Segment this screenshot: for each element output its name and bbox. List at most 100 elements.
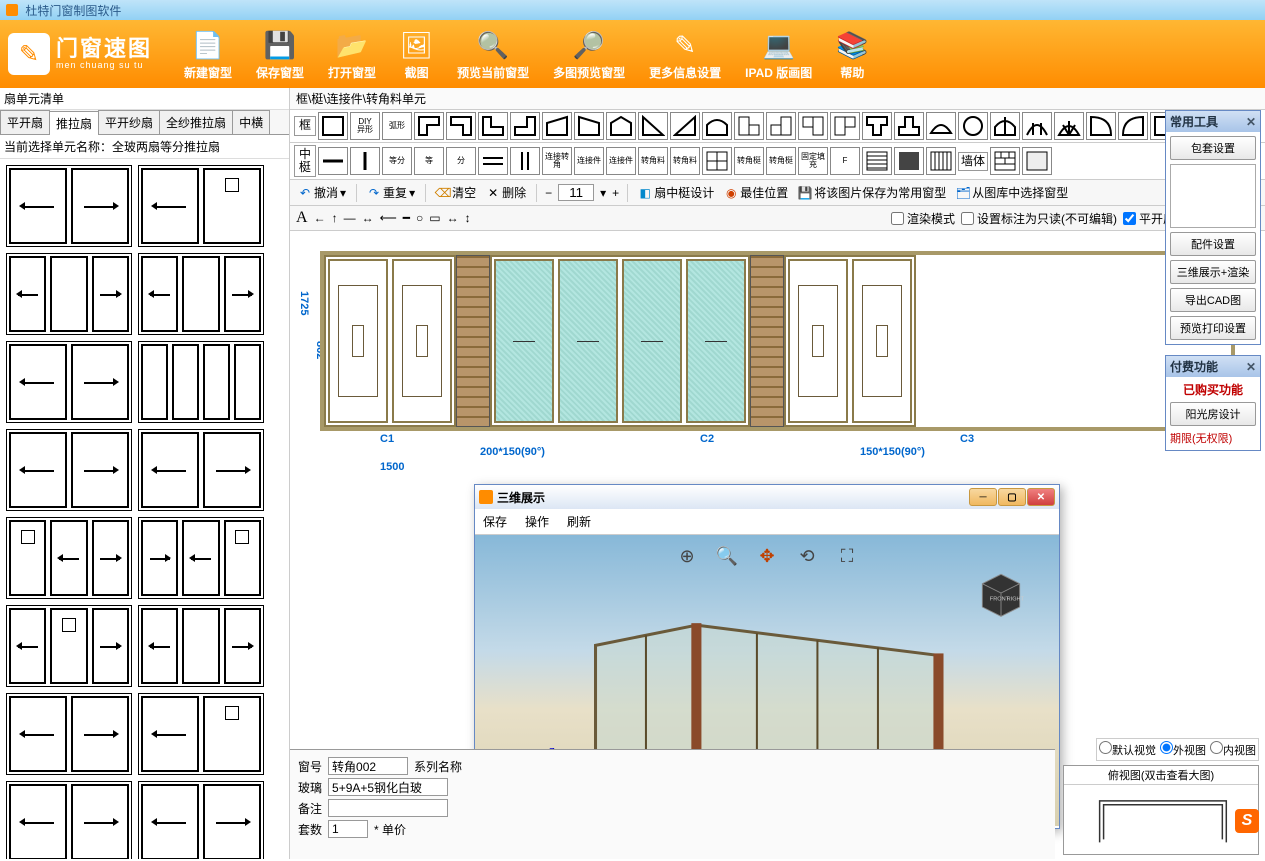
thumb-item[interactable] — [6, 693, 132, 775]
thumb-item[interactable] — [138, 693, 264, 775]
shape-t2[interactable] — [894, 112, 924, 140]
plus-button[interactable]: + — [612, 186, 619, 200]
mullion-split[interactable]: 分 — [446, 147, 476, 175]
dim-angle2[interactable]: 150*150(90°) — [860, 446, 925, 458]
arrow-h-tool[interactable]: ↔ — [362, 211, 374, 225]
sunroom-button[interactable]: 阳光房设计 — [1170, 402, 1256, 426]
text-tool[interactable]: A — [296, 209, 308, 227]
line-tool[interactable]: — — [344, 211, 356, 225]
mullion-dbl-h[interactable] — [478, 147, 508, 175]
fill-vlines[interactable] — [926, 147, 956, 175]
inside-view-radio[interactable]: 内视图 — [1210, 741, 1256, 758]
thumb-item[interactable] — [6, 429, 132, 511]
fullscreen-icon[interactable]: ⛶ — [834, 543, 860, 569]
thumbnail-grid[interactable] — [0, 159, 289, 859]
thumb-item[interactable] — [6, 605, 132, 687]
mullion-eq-lbl[interactable]: 等 — [414, 147, 444, 175]
line2-tool[interactable]: ━ — [403, 211, 410, 225]
thumb-item[interactable] — [6, 341, 132, 423]
wall-segment[interactable] — [750, 255, 784, 427]
shape-rect[interactable] — [318, 112, 348, 140]
thumb-item[interactable] — [138, 429, 264, 511]
undo-button[interactable]: ↶撤消▾ — [296, 183, 348, 202]
shape-arch2[interactable] — [990, 112, 1020, 140]
popup-refresh[interactable]: 刷新 — [567, 513, 591, 530]
outside-view-radio[interactable]: 外视图 — [1160, 741, 1206, 758]
minus-button[interactable]: − — [545, 186, 552, 200]
fixed-fill[interactable]: 固定填充 — [798, 147, 828, 175]
grid-pattern[interactable] — [702, 147, 732, 175]
from-library-button[interactable]: 🗂从图库中选择窗型 — [954, 183, 1070, 202]
thumb-item[interactable] — [6, 781, 132, 859]
save-window-button[interactable]: 💾保存窗型 — [256, 28, 304, 81]
count-input[interactable] — [558, 184, 594, 201]
close-icon[interactable]: ✕ — [1246, 115, 1256, 129]
shape-lstep3[interactable] — [798, 112, 828, 140]
tab-screen-sliding[interactable]: 全纱推拉扇 — [159, 110, 233, 134]
3d-render-button[interactable]: 三维展示+渲染 — [1170, 260, 1256, 284]
redo-button[interactable]: ↷重复▾ — [365, 183, 417, 202]
thumb-item[interactable] — [138, 253, 264, 335]
shape-archtop[interactable] — [702, 112, 732, 140]
shape-l2[interactable] — [446, 112, 476, 140]
export-cad-button[interactable]: 导出CAD图 — [1170, 288, 1256, 312]
popup-header[interactable]: 三维展示 ─ ▢ ✕ — [475, 485, 1059, 509]
mullion-dbl-v[interactable] — [510, 147, 540, 175]
dim-angle1[interactable]: 200*150(90°) — [480, 446, 545, 458]
tab-casement[interactable]: 平开扇 — [0, 110, 50, 134]
help-button[interactable]: 📚帮助 — [836, 28, 868, 81]
shape-diy[interactable]: DIY异形 — [350, 112, 380, 140]
minimize-button[interactable]: ─ — [969, 488, 997, 506]
dim-h-left[interactable]: 1725 — [298, 291, 310, 315]
shape-quarter1[interactable] — [1086, 112, 1116, 140]
best-position-button[interactable]: ◉最佳位置 — [722, 183, 790, 202]
tab-casement-screen[interactable]: 平开纱扇 — [98, 110, 160, 134]
wall-brick1[interactable] — [990, 147, 1020, 175]
delete-button[interactable]: ✕删除 — [484, 183, 528, 202]
tab-sliding[interactable]: 推拉扇 — [49, 111, 99, 135]
thumb-item[interactable] — [6, 165, 132, 247]
mullion-eq-h[interactable]: 等分 — [382, 147, 412, 175]
arrow-left2-tool[interactable]: ⟵ — [380, 211, 397, 225]
dim-v-tool[interactable]: ↕ — [465, 211, 471, 225]
multi-preview-button[interactable]: 🔎多图预览窗型 — [553, 28, 625, 81]
zoom-out-icon[interactable]: 🔍 — [714, 543, 740, 569]
more-settings-button[interactable]: ✎更多信息设置 — [649, 28, 721, 81]
shape-lstep4[interactable] — [830, 112, 860, 140]
shape-lstep2[interactable] — [766, 112, 796, 140]
shape-tri2[interactable] — [670, 112, 700, 140]
default-view-radio[interactable]: 默认视觉 — [1099, 741, 1156, 758]
rotate-icon[interactable]: ⟲ — [794, 543, 820, 569]
mullion-v[interactable] — [350, 147, 380, 175]
thumb-item[interactable] — [138, 165, 264, 247]
rect-tool[interactable]: ▭ — [429, 211, 440, 225]
thumb-item[interactable] — [6, 253, 132, 335]
shape-l3[interactable] — [478, 112, 508, 140]
thumb-item[interactable] — [138, 605, 264, 687]
shape-trap1[interactable] — [542, 112, 572, 140]
ipad-button[interactable]: 💻IPAD 版画图 — [745, 28, 812, 81]
cover-settings-button[interactable]: 包套设置 — [1170, 136, 1256, 160]
shape-t1[interactable] — [862, 112, 892, 140]
shape-fan[interactable] — [1054, 112, 1084, 140]
circle-tool[interactable]: ○ — [416, 211, 423, 225]
arrow-left-tool[interactable]: ← — [314, 211, 326, 225]
glass-input[interactable] — [328, 778, 448, 796]
corner-mat2[interactable]: 转角料 — [670, 147, 700, 175]
mullion-h[interactable] — [318, 147, 348, 175]
connector1[interactable]: 连接件 — [574, 147, 604, 175]
thumb-item[interactable] — [138, 341, 264, 423]
corner-mull2[interactable]: 转角梃 — [766, 147, 796, 175]
popup-operate[interactable]: 操作 — [525, 513, 549, 530]
arrow-up-tool[interactable]: ↑ — [332, 211, 338, 225]
mid-design-button[interactable]: ◧扇中梃设计 — [636, 183, 716, 202]
shape-arch3[interactable] — [1022, 112, 1052, 140]
pan-icon[interactable]: ✥ — [754, 543, 780, 569]
wall-segment[interactable] — [456, 255, 490, 427]
readonly-check[interactable]: 设置标注为只读(不可编辑) — [961, 210, 1117, 227]
maximize-button[interactable]: ▢ — [998, 488, 1026, 506]
close-button[interactable]: ✕ — [1027, 488, 1055, 506]
popup-save[interactable]: 保存 — [483, 513, 507, 530]
dim-width[interactable]: 1500 — [380, 461, 404, 473]
tab-transom[interactable]: 中横 — [232, 110, 270, 134]
